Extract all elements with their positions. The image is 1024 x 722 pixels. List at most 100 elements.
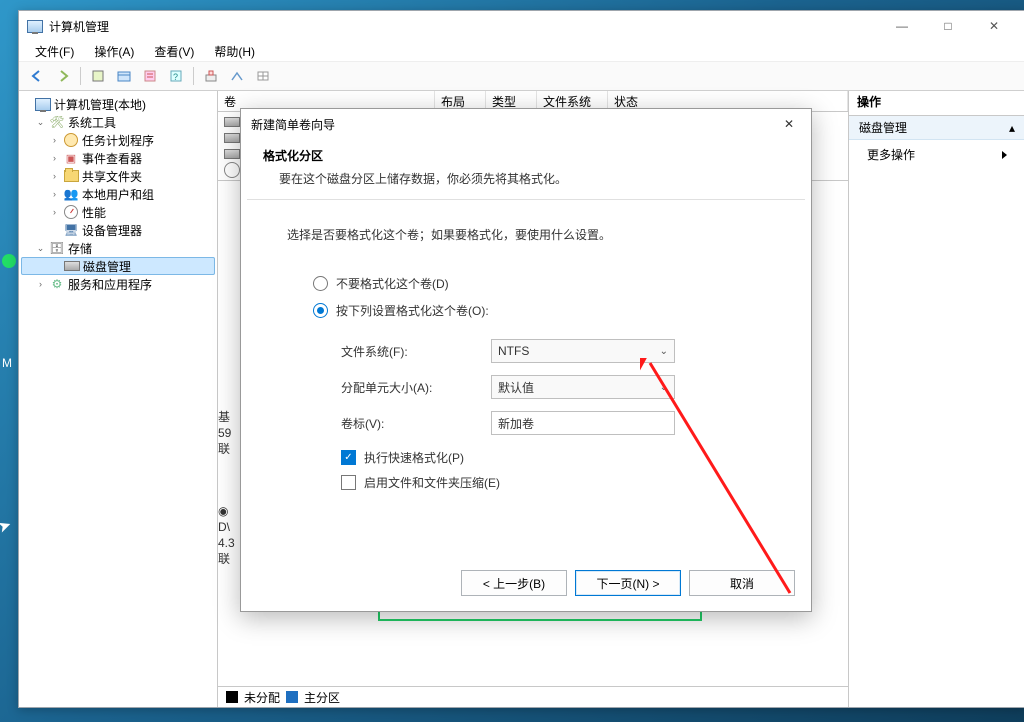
toolbar-btn-3[interactable]	[138, 64, 162, 88]
radio-label: 不要格式化这个卷(D)	[336, 275, 449, 292]
expander-icon[interactable]: ⌄	[35, 243, 46, 254]
app-icon	[27, 18, 43, 34]
dvd-icon	[224, 162, 240, 178]
nav-forward-button[interactable]	[51, 64, 75, 88]
back-button[interactable]: < 上一步(B)	[461, 570, 567, 596]
menu-file[interactable]: 文件(F)	[27, 41, 82, 62]
dialog-close-button[interactable]: ✕	[771, 110, 807, 138]
expander-icon[interactable]: ›	[35, 279, 46, 290]
expander-icon[interactable]: ›	[49, 153, 60, 164]
volume-icon	[224, 133, 240, 143]
dialog-subheading: 要在这个磁盘分区上储存数据，你必须先将其格式化。	[263, 170, 789, 187]
gauge-icon	[63, 204, 79, 220]
legend-label: 未分配	[244, 689, 280, 706]
minimize-button[interactable]: —	[879, 11, 925, 41]
nav-back-button[interactable]	[25, 64, 49, 88]
tree-label: 计算机管理(本地)	[54, 96, 146, 113]
diskinfo-line: 联	[218, 441, 231, 457]
clock-icon	[63, 132, 79, 148]
tree-device-manager[interactable]: 🖥设备管理器	[21, 221, 215, 239]
menu-action[interactable]: 操作(A)	[86, 41, 142, 62]
tree-label: 存储	[68, 240, 92, 257]
legend-label: 主分区	[304, 689, 340, 706]
select-value: 默认值	[498, 379, 534, 396]
toolbar-btn-2[interactable]	[112, 64, 136, 88]
navigation-tree[interactable]: 计算机管理(本地) ⌄🛠系统工具 ›任务计划程序 ›▣事件查看器 ›共享文件夹 …	[19, 91, 218, 707]
cancel-button[interactable]: 取消	[689, 570, 795, 596]
tree-local-users[interactable]: ›👥本地用户和组	[21, 185, 215, 203]
quick-format-checkbox[interactable]: ✓ 执行快速格式化(P)	[341, 449, 777, 466]
radio-icon[interactable]	[313, 276, 328, 291]
expander-icon[interactable]: ›	[49, 189, 60, 200]
maximize-button[interactable]: □	[925, 11, 971, 41]
radio-icon[interactable]	[313, 303, 328, 318]
close-button[interactable]: ✕	[971, 11, 1017, 41]
tree-performance[interactable]: ›性能	[21, 203, 215, 221]
menu-view[interactable]: 查看(V)	[146, 41, 202, 62]
tree-label: 系统工具	[68, 114, 116, 131]
actions-more[interactable]: 更多操作	[849, 140, 1024, 169]
chevron-down-icon: ⌄	[660, 382, 668, 393]
submenu-arrow-icon	[1002, 151, 1007, 159]
dialog-header: 格式化分区 要在这个磁盘分区上储存数据，你必须先将其格式化。	[241, 139, 811, 199]
dialog-title: 新建简单卷向导	[251, 116, 771, 133]
dialog-prompt: 选择是否要格式化这个卷；如果要格式化，要使用什么设置。	[287, 226, 777, 243]
legend-swatch-unallocated	[226, 691, 238, 703]
disk-icon	[64, 258, 80, 274]
storage-icon: 🗄	[49, 240, 65, 256]
tree-task-scheduler[interactable]: › 任务计划程序	[21, 131, 215, 149]
checkbox-icon[interactable]	[341, 475, 356, 490]
tree-services-apps[interactable]: ›⚙服务和应用程序	[21, 275, 215, 293]
toolbar-btn-7[interactable]	[251, 64, 275, 88]
expander-icon[interactable]: ›	[49, 171, 60, 182]
tree-label: 设备管理器	[82, 222, 142, 239]
enable-compression-checkbox[interactable]: 启用文件和文件夹压缩(E)	[341, 474, 777, 491]
expander-icon[interactable]: ›	[49, 207, 60, 218]
volume-label-input[interactable]: 新加卷	[491, 411, 675, 435]
expander-icon[interactable]: ⌄	[35, 117, 46, 128]
menu-help[interactable]: 帮助(H)	[206, 41, 263, 62]
toolbar-btn-5[interactable]	[199, 64, 223, 88]
select-value: NTFS	[498, 344, 529, 358]
legend-swatch-primary	[286, 691, 298, 703]
tree-label: 任务计划程序	[82, 132, 154, 149]
dialog-titlebar[interactable]: 新建简单卷向导 ✕	[241, 109, 811, 139]
toolbar-btn-4[interactable]: ?	[164, 64, 188, 88]
tree-event-viewer[interactable]: ›▣事件查看器	[21, 149, 215, 167]
toolbar-btn-6[interactable]	[225, 64, 249, 88]
allocation-unit-label: 分配单元大小(A):	[341, 379, 491, 396]
radio-label: 按下列设置格式化这个卷(O):	[336, 302, 489, 319]
actions-category[interactable]: 磁盘管理 ▴	[849, 116, 1024, 140]
folder-icon	[63, 168, 79, 184]
dialog-body: 选择是否要格式化这个卷；如果要格式化，要使用什么设置。 不要格式化这个卷(D) …	[241, 200, 811, 555]
chevron-down-icon: ⌄	[660, 346, 668, 357]
tree-root[interactable]: 计算机管理(本地)	[21, 95, 215, 113]
allocation-unit-select[interactable]: 默认值 ⌄	[491, 375, 675, 399]
toolbar-btn-1[interactable]	[86, 64, 110, 88]
collapse-icon[interactable]: ▴	[1009, 121, 1015, 135]
radio-no-format[interactable]: 不要格式化这个卷(D)	[313, 275, 777, 292]
users-icon: 👥	[63, 186, 79, 202]
cd-icon: ◉	[218, 503, 235, 519]
dialog-heading: 格式化分区	[263, 147, 789, 164]
mouse-cursor-icon: ➤	[0, 514, 14, 537]
filesystem-select[interactable]: NTFS ⌄	[491, 339, 675, 363]
event-icon: ▣	[63, 150, 79, 166]
diskinfo-line: 基	[218, 409, 231, 425]
tree-storage[interactable]: ⌄🗄存储	[21, 239, 215, 257]
tree-label: 事件查看器	[82, 150, 142, 167]
radio-format-with-settings[interactable]: 按下列设置格式化这个卷(O):	[313, 302, 777, 319]
volume-icon	[224, 117, 240, 127]
expander-icon[interactable]: ›	[49, 135, 60, 146]
tree-label: 服务和应用程序	[68, 276, 152, 293]
titlebar[interactable]: 计算机管理 — □ ✕	[19, 11, 1024, 41]
checkbox-icon[interactable]: ✓	[341, 450, 356, 465]
input-value: 新加卷	[498, 415, 534, 432]
tree-shared-folders[interactable]: ›共享文件夹	[21, 167, 215, 185]
tree-system-tools[interactable]: ⌄🛠系统工具	[21, 113, 215, 131]
legend: 未分配 主分区	[218, 686, 848, 707]
actions-more-label: 更多操作	[867, 146, 915, 163]
tree-disk-management[interactable]: 磁盘管理	[21, 257, 215, 275]
next-button[interactable]: 下一页(N) >	[575, 570, 681, 596]
desktop-background-element	[2, 254, 16, 268]
